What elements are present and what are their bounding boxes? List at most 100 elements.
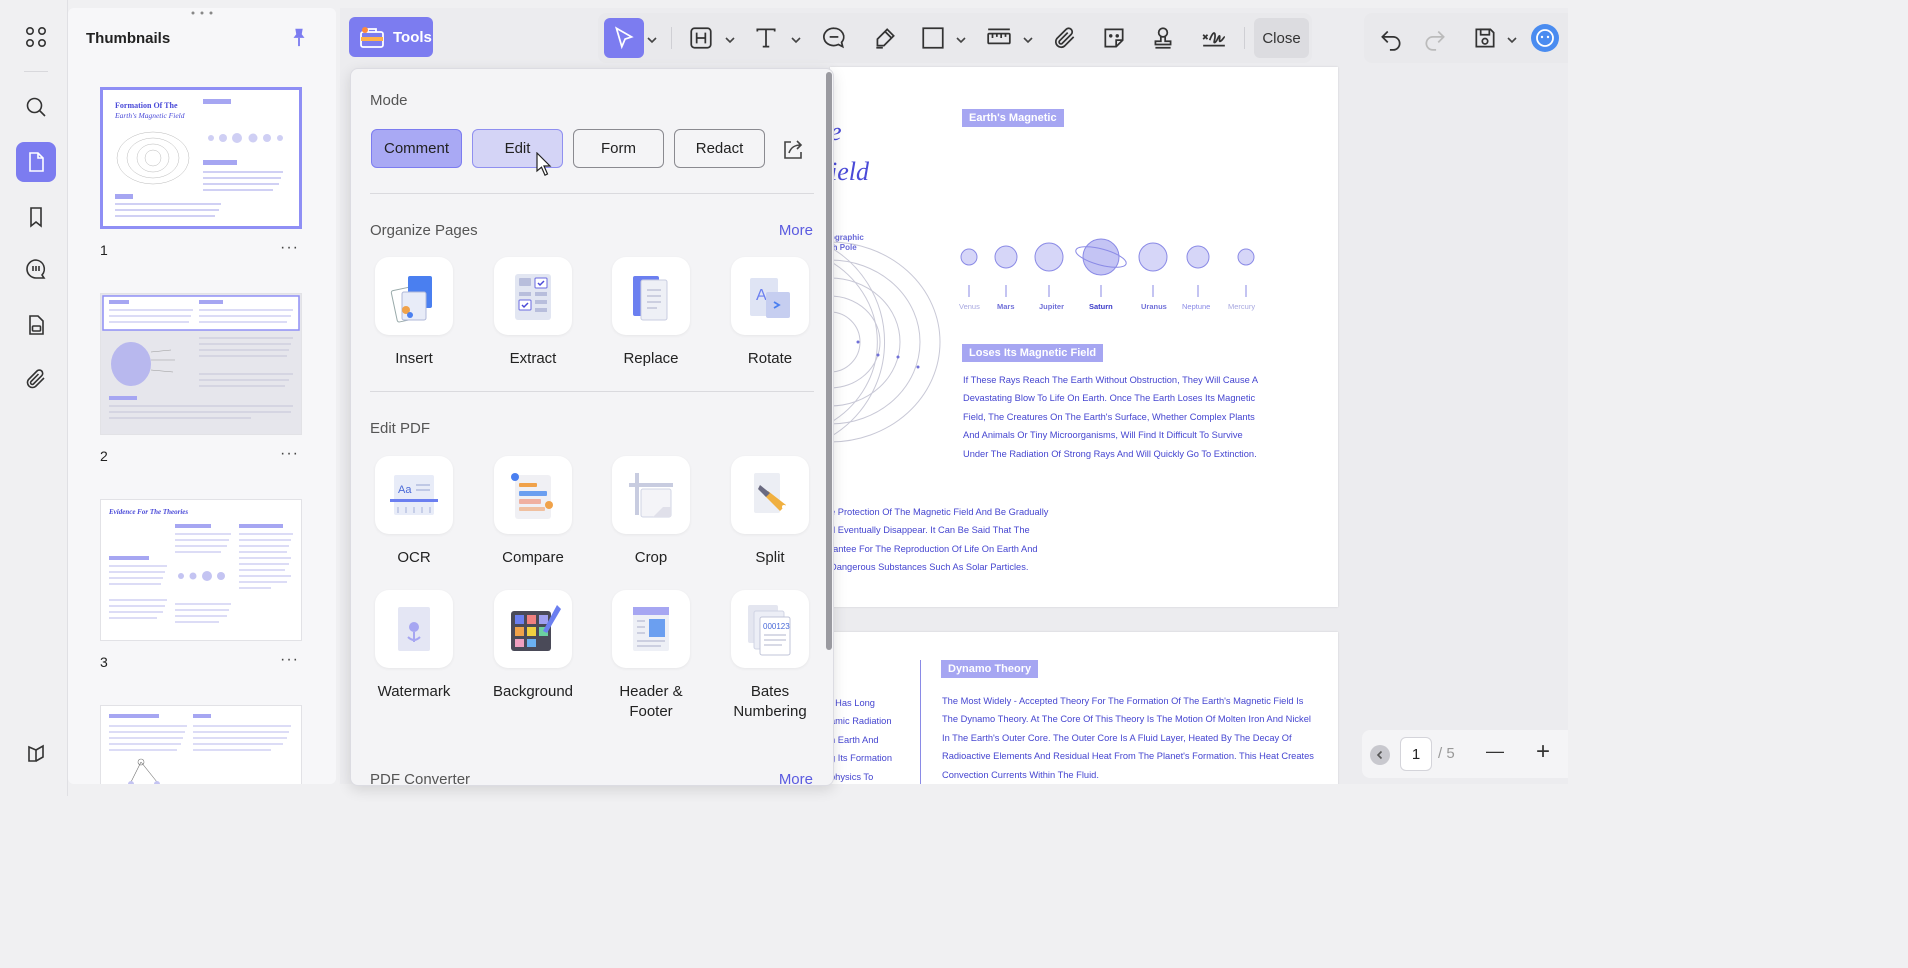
extract-tool[interactable]: Extract [478,257,588,369]
thumbnail-preview [109,714,291,784]
paragraph-line: Dangerous Substances Such As Solar Parti… [830,562,1029,572]
section-tag-magnetic: Earth's Magnetic [962,109,1064,127]
rotate-icon: A [750,278,790,318]
signature-tool-button[interactable] [1196,18,1232,58]
sticker-tool-button[interactable] [1099,18,1129,58]
background-icon [511,605,561,651]
tool-label: Rotate [747,350,793,367]
thumbnail-more-button[interactable]: ··· [280,239,299,257]
toolbar-divider [1244,27,1245,49]
external-link-icon[interactable] [781,138,805,162]
paragraph-line: d Eventually Disappear. It Can Be Said T… [830,525,1030,535]
toolbox-icon [360,27,384,48]
chevron-down-icon[interactable] [1507,32,1517,44]
bookmark-icon[interactable] [16,197,56,237]
chevron-down-icon[interactable] [791,32,801,44]
paperclip-icon[interactable] [16,359,56,399]
page-thumbnail-4[interactable] [100,705,302,784]
right-toolbar [1364,13,1568,63]
attach-file-button[interactable] [1050,18,1080,58]
planet-label: Mars [997,302,1015,311]
mode-comment-button[interactable]: Comment [371,129,462,168]
compare-tool[interactable]: Compare [478,456,588,568]
page-thumbnail-2[interactable] [100,293,302,435]
prev-page-button[interactable] [1370,745,1390,765]
measure-tool-button[interactable] [982,18,1016,58]
thumbnail-more-button[interactable]: ··· [280,445,299,463]
thumbnail-page-number: 2 [100,448,108,464]
chevron-left-icon [1376,750,1383,760]
tool-label: Extract [509,350,557,367]
tool-label: Header & Footer [619,683,683,720]
watermark-tool[interactable]: Watermark [359,590,469,702]
planet-label: Jupiter [1039,302,1065,311]
pin-icon[interactable] [288,26,310,48]
comments-icon[interactable] [16,249,56,289]
ai-assistant-icon[interactable] [1531,24,1559,52]
tool-label: Compare [502,549,564,566]
page-total: / 5 [1438,745,1455,762]
toolbar-divider [671,27,672,49]
page-thumbnail-3[interactable]: Evidence For The Theories [100,499,302,641]
search-icon[interactable] [16,87,56,127]
tool-label: Replace [623,350,679,367]
header-footer-tool[interactable]: Header & Footer [596,590,706,722]
paragraph-line: Under The Radiation Of Strong Rays And W… [963,449,1257,459]
thumbnail-preview: Formation Of The Earth's Magnetic Field [114,99,283,217]
svg-text:Earth's Magnetic Field: Earth's Magnetic Field [114,111,185,120]
background-tool[interactable]: Background [478,590,588,702]
paragraph-line: amic Radiation [830,716,892,726]
split-tool[interactable]: Split [715,456,825,568]
pages-icon[interactable] [16,142,56,182]
zoom-out-button[interactable]: — [1486,741,1504,762]
highlight-tool-button[interactable] [686,18,716,58]
save-icon[interactable] [1470,18,1500,58]
thumbnail-page-number: 3 [100,654,108,670]
paragraph-line: In The Earth's Outer Core. The Outer Cor… [942,733,1292,743]
crop-tool[interactable]: Crop [596,456,706,568]
drag-handle-icon[interactable] [190,10,214,16]
rail-divider [24,71,48,72]
close-toolbar-button[interactable]: Close [1254,18,1309,58]
paragraph-line: e Protection Of The Magnetic Field And B… [830,507,1049,517]
panel-scrollbar[interactable] [826,72,832,650]
page-number-input[interactable]: 1 [1400,737,1432,771]
comment-tool-button[interactable] [819,18,849,58]
mode-form-button[interactable]: Form [573,129,664,168]
insert-tool[interactable]: Insert [359,257,469,369]
chevron-down-icon[interactable] [956,32,966,44]
apps-grid-icon[interactable] [16,17,56,57]
svg-text:A: A [756,287,767,304]
ocr-tool[interactable]: Aa OCR [359,456,469,568]
mode-redact-button[interactable]: Redact [674,129,765,168]
text-tool-button[interactable] [751,18,781,58]
page-navigator: 1 / 5 — + [1362,730,1568,778]
tools-button[interactable]: Tools [349,17,433,57]
stamp-tool-button[interactable] [1148,18,1178,58]
thumbnails-title: Thumbnails [86,30,171,47]
redo-icon[interactable] [1420,18,1450,58]
select-tool-button[interactable] [604,18,644,58]
attachments-panel-icon[interactable] [16,305,56,345]
thumbnail-more-button[interactable]: ··· [280,651,299,669]
crop-icon [629,473,673,518]
replace-tool[interactable]: Replace [596,257,706,369]
planet-label: Saturn [1089,302,1113,311]
pen-tool-button[interactable] [870,18,900,58]
page-thumbnail-1[interactable]: Formation Of The Earth's Magnetic Field [100,87,302,229]
chevron-down-icon[interactable] [725,32,735,44]
bates-numbering-tool[interactable]: 000123 Bates Numbering [715,590,825,722]
layers-icon[interactable] [16,733,56,773]
rotate-tool[interactable]: A Rotate [715,257,825,369]
zoom-in-button[interactable]: + [1536,738,1550,766]
shape-tool-button[interactable] [918,18,948,58]
chevron-down-icon[interactable] [647,32,657,44]
planet-label: Venus [959,302,980,311]
converter-more-link[interactable]: More [779,771,813,785]
magnetic-field-diagram [830,241,941,443]
pdf-converter-section-title: PDF Converter [370,771,471,786]
paragraph-line: n Earth And [830,735,879,745]
undo-icon[interactable] [1376,18,1406,58]
chevron-down-icon[interactable] [1023,32,1033,44]
organize-more-link[interactable]: More [779,222,813,239]
